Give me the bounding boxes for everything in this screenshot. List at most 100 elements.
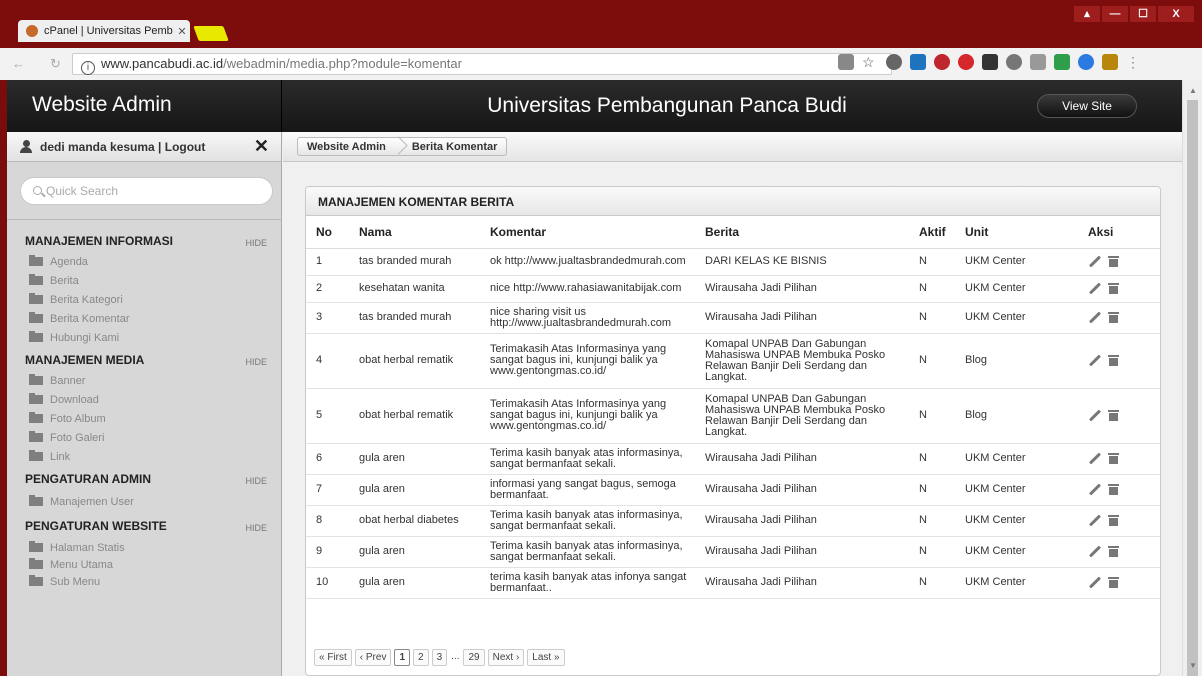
menu-label: Agenda (50, 255, 88, 268)
cell-berita: Wirausaha Jadi Pilihan (695, 567, 909, 599)
pager-button[interactable]: Next › (487, 649, 525, 666)
menu-item-foto-galeri[interactable]: Foto Galeri (25, 428, 267, 447)
window-close-button[interactable]: X (1158, 6, 1194, 22)
menu-item-link[interactable]: Link (25, 447, 267, 466)
pager-button[interactable]: 2 (413, 649, 429, 666)
cell-aksi (1078, 302, 1160, 334)
edit-pencil-icon[interactable] (1088, 483, 1102, 496)
adblock-icon[interactable] (958, 54, 974, 70)
menu-item-berita-kategori[interactable]: Berita Kategori (25, 290, 267, 309)
pager-button[interactable]: « First (314, 649, 352, 666)
translate-icon[interactable] (838, 54, 854, 70)
menu-item-berita-komentar[interactable]: Berita Komentar (25, 309, 267, 328)
breadcrumb-home[interactable]: Website Admin (298, 141, 395, 153)
edit-pencil-icon[interactable] (1088, 545, 1102, 558)
extension-icon[interactable] (886, 54, 902, 70)
edit-pencil-icon[interactable] (1088, 255, 1102, 268)
page-scrollbar[interactable]: ▲ ▼ (1182, 80, 1202, 676)
delete-trash-icon[interactable] (1108, 546, 1119, 557)
view-site-button[interactable]: View Site (1037, 94, 1137, 118)
window-profile-button[interactable]: ▴ (1074, 6, 1100, 22)
cell-nama: gula aren (349, 443, 480, 475)
menu-item-banner[interactable]: Banner (25, 371, 267, 390)
address-bar[interactable]: i www.pancabudi.ac.id/webadmin/media.php?… (72, 53, 892, 75)
new-tab-button[interactable] (193, 26, 229, 41)
browser-tab[interactable]: cPanel | Universitas Pemb ✕ (18, 20, 190, 42)
menu-item-sub-menu[interactable]: Sub Menu (25, 573, 267, 590)
edit-pencil-icon[interactable] (1088, 311, 1102, 324)
pen-extension-icon[interactable] (1030, 54, 1046, 70)
pager-button[interactable]: ‹ Prev (354, 649, 392, 666)
delete-trash-icon[interactable] (1108, 515, 1119, 526)
delete-trash-icon[interactable] (1108, 410, 1119, 421)
gear-extension-icon[interactable] (1006, 54, 1022, 70)
user-logout-link[interactable]: dedi manda kesuma | Logout (40, 140, 205, 154)
menu-item-hubungi-kami[interactable]: Hubungi Kami (25, 328, 267, 347)
pager-button[interactable]: 1 (394, 649, 411, 666)
edit-pencil-icon[interactable] (1088, 576, 1102, 589)
user-icon (20, 139, 32, 154)
delete-trash-icon[interactable] (1108, 355, 1119, 366)
breadcrumb-separator-icon (395, 137, 403, 156)
cell-nama: gula aren (349, 474, 480, 506)
edit-pencil-icon[interactable] (1088, 282, 1102, 295)
menu-item-agenda[interactable]: Agenda (25, 252, 267, 271)
edit-pencil-icon[interactable] (1088, 452, 1102, 465)
window-maximize-button[interactable]: ☐ (1130, 6, 1156, 22)
menu-item-manajemen-user[interactable]: Manajemen User (25, 492, 267, 511)
row-actions (1088, 452, 1160, 465)
scroll-up-icon[interactable]: ▲ (1189, 86, 1197, 95)
table-row: 10 gula aren terima kasih banyak atas info… (306, 567, 1160, 599)
delete-trash-icon[interactable] (1108, 484, 1119, 495)
sheet-extension-icon[interactable] (1054, 54, 1070, 70)
info-icon[interactable]: i (81, 61, 95, 75)
menu-item-berita[interactable]: Berita (25, 271, 267, 290)
menu-item-download[interactable]: Download (25, 390, 267, 409)
folder-icon (29, 331, 43, 342)
delete-trash-icon[interactable] (1108, 453, 1119, 464)
delete-trash-icon[interactable] (1108, 256, 1119, 267)
reload-icon[interactable]: ↻ (50, 56, 61, 72)
hide-toggle[interactable]: HIDE (245, 357, 267, 367)
window-minimize-button[interactable]: — (1102, 6, 1128, 22)
column-header-unit: Unit (955, 216, 1078, 249)
scroll-down-icon[interactable]: ▼ (1189, 661, 1197, 670)
browser-menu-icon[interactable]: ⋮ (1126, 54, 1142, 70)
screen-extension-icon[interactable] (982, 54, 998, 70)
scrollbar-thumb[interactable] (1187, 100, 1198, 676)
hide-toggle[interactable]: HIDE (245, 476, 267, 486)
breadcrumb-current[interactable]: Berita Komentar (403, 141, 507, 153)
pager-button[interactable]: 3 (431, 649, 448, 666)
cell-no: 1 (306, 248, 349, 276)
new-extension-icon[interactable] (910, 54, 926, 70)
delete-trash-icon[interactable] (1108, 577, 1119, 588)
cell-aksi (1078, 388, 1160, 444)
menu-label: Link (50, 450, 71, 463)
quick-search-input[interactable]: Quick Search (20, 177, 273, 205)
hide-toggle[interactable]: HIDE (245, 523, 267, 533)
close-sidebar-icon[interactable]: ✕ (254, 136, 269, 157)
menu-item-halaman-statis[interactable]: Halaman Statis (25, 539, 267, 556)
cell-aksi (1078, 248, 1160, 276)
edit-pencil-icon[interactable] (1088, 514, 1102, 527)
shield-extension-icon[interactable] (934, 54, 950, 70)
acrobat-extension-icon[interactable] (1102, 54, 1118, 70)
section-manajemen-informasi: MANAJEMEN INFORMASI HIDE Agenda Berita Be… (7, 234, 281, 347)
edit-pencil-icon[interactable] (1088, 409, 1102, 422)
menu-label: Banner (50, 374, 86, 387)
delete-trash-icon[interactable] (1108, 312, 1119, 323)
bookmark-star-icon[interactable]: ☆ (862, 54, 878, 70)
back-arrow-icon[interactable]: ← (12, 56, 25, 71)
menu-item-foto-album[interactable]: Foto Album (25, 409, 267, 428)
pager-button[interactable]: Last » (527, 649, 565, 666)
delete-trash-icon[interactable] (1108, 283, 1119, 294)
pager-button[interactable]: 29 (463, 649, 485, 666)
hide-toggle[interactable]: HIDE (245, 238, 267, 248)
edit-pencil-icon[interactable] (1088, 354, 1102, 367)
folder-icon (29, 312, 43, 323)
tab-close-icon[interactable]: ✕ (174, 25, 190, 38)
menu-label: Halaman Statis (50, 541, 125, 554)
row-actions (1088, 514, 1160, 527)
menu-item-menu-utama[interactable]: Menu Utama (25, 556, 267, 573)
globe-extension-icon[interactable] (1078, 54, 1094, 70)
